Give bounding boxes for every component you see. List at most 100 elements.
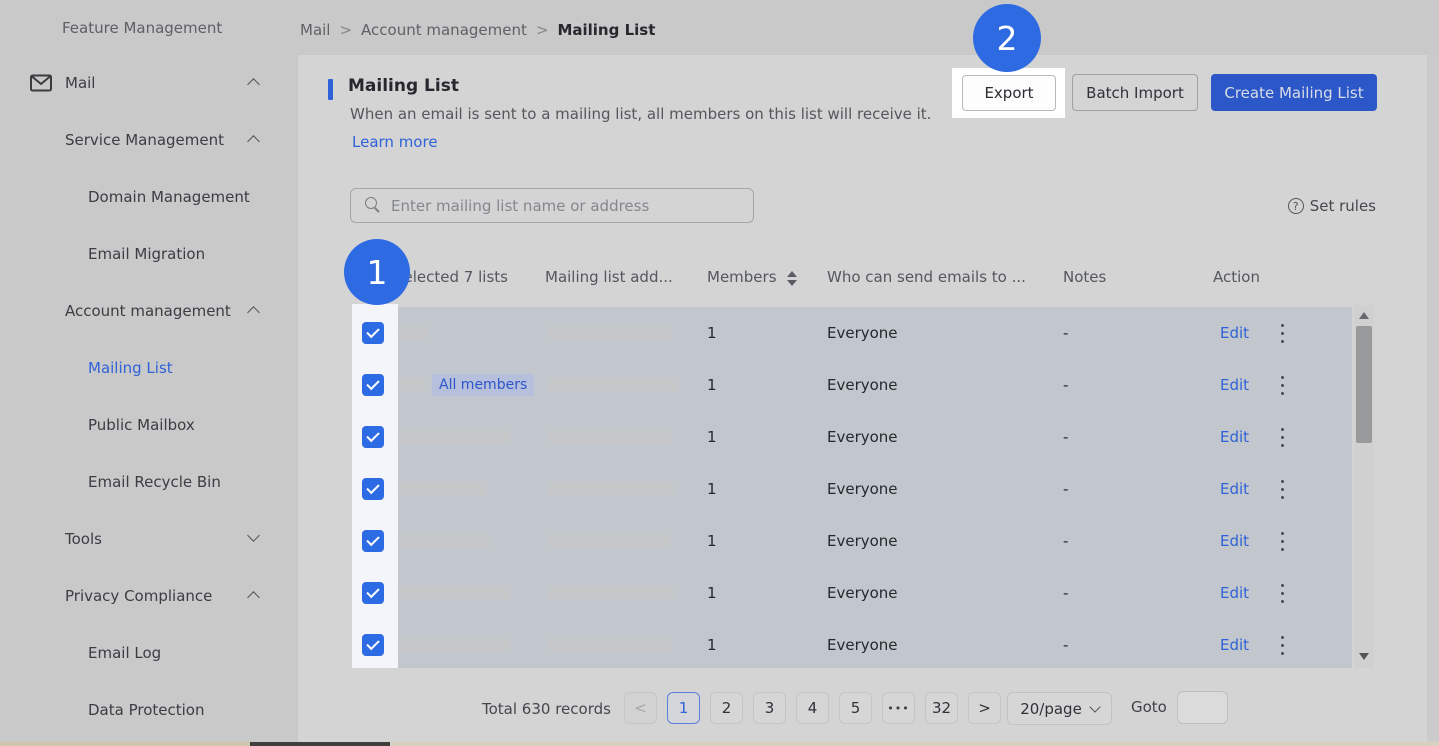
sidebar-item-privacy-compliance[interactable]: Privacy Compliance xyxy=(0,567,298,624)
redacted-name-bar xyxy=(398,586,510,600)
redacted-address-bar xyxy=(548,430,672,444)
notes-cell: - xyxy=(1063,480,1068,498)
edit-link[interactable]: Edit xyxy=(1220,376,1249,394)
sidebar-item-label: Account management xyxy=(65,302,231,320)
sidebar-item-email-migration[interactable]: Email Migration xyxy=(0,225,298,282)
page-button-1[interactable]: 1 xyxy=(667,692,700,724)
edit-link[interactable]: Edit xyxy=(1220,324,1249,342)
scroll-down-icon[interactable] xyxy=(1359,653,1369,660)
chevron-down-icon[interactable] xyxy=(247,529,260,542)
row-checkbox[interactable] xyxy=(362,426,384,448)
title-accent-bar xyxy=(328,79,333,100)
breadcrumb-mail[interactable]: Mail xyxy=(300,21,330,39)
members-cell: 1 xyxy=(707,324,717,342)
page-button-4[interactable]: 4 xyxy=(796,692,829,724)
column-header-members[interactable]: Members xyxy=(707,268,777,286)
notes-cell: - xyxy=(1063,636,1068,654)
chevron-up-icon[interactable] xyxy=(247,306,260,319)
page-button-32[interactable]: 32 xyxy=(925,692,958,724)
all-members-tag: All members xyxy=(432,374,534,396)
redacted-name-bar xyxy=(398,482,486,496)
sidebar-item-email-log[interactable]: Email Log xyxy=(0,624,298,681)
more-actions-icon[interactable] xyxy=(1281,584,1284,603)
more-actions-icon[interactable] xyxy=(1281,480,1284,499)
search-input[interactable] xyxy=(350,188,754,223)
redacted-name-bar xyxy=(398,638,510,652)
batch-import-button[interactable]: Batch Import xyxy=(1072,74,1198,111)
search-box xyxy=(350,188,754,223)
mail-admin-console: Feature Management Mail Service Manageme… xyxy=(0,0,1439,746)
more-actions-icon[interactable] xyxy=(1281,636,1284,655)
main-panel: Mailing List When an email is sent to a … xyxy=(298,55,1439,742)
redacted-name-bar xyxy=(398,430,510,444)
page-description: When an email is sent to a mailing list,… xyxy=(350,105,931,123)
column-header-notes: Notes xyxy=(1063,268,1106,286)
row-checkbox[interactable] xyxy=(362,478,384,500)
sidebar-item-mail[interactable]: Mail xyxy=(0,54,298,111)
row-checkbox[interactable] xyxy=(362,374,384,396)
who-can-send-cell: Everyone xyxy=(827,324,898,342)
sort-icon[interactable] xyxy=(787,271,797,286)
table-row: 1 Everyone - Edit xyxy=(352,619,1352,668)
edit-link[interactable]: Edit xyxy=(1220,532,1249,550)
step-1-badge: 1 xyxy=(344,239,410,305)
goto-page-input[interactable] xyxy=(1177,691,1228,724)
mail-icon xyxy=(30,74,52,91)
table-row: 1 Everyone - Edit xyxy=(352,515,1352,567)
who-can-send-cell: Everyone xyxy=(827,636,898,654)
more-actions-icon[interactable] xyxy=(1281,532,1284,551)
export-button[interactable]: Export xyxy=(962,75,1056,111)
sidebar-item-label: Tools xyxy=(65,530,102,548)
page-button-5[interactable]: 5 xyxy=(839,692,872,724)
more-actions-icon[interactable] xyxy=(1281,324,1284,343)
edit-link[interactable]: Edit xyxy=(1220,428,1249,446)
sidebar-item-data-protection[interactable]: Data Protection xyxy=(0,681,298,738)
scroll-up-icon[interactable] xyxy=(1359,312,1369,319)
set-rules-link[interactable]: ? Set rules xyxy=(1288,197,1376,215)
row-checkbox[interactable] xyxy=(362,634,384,656)
sidebar-menu: Mail Service Management Domain Managemen… xyxy=(0,54,298,738)
chevron-up-icon[interactable] xyxy=(247,591,260,604)
create-mailing-list-button[interactable]: Create Mailing List xyxy=(1211,74,1377,111)
scrollbar-thumb[interactable] xyxy=(1356,326,1372,443)
members-cell: 1 xyxy=(707,584,717,602)
edit-link[interactable]: Edit xyxy=(1220,584,1249,602)
breadcrumb-mailing-list: Mailing List xyxy=(557,21,655,39)
redacted-name-bar xyxy=(398,326,428,340)
page-button-3[interactable]: 3 xyxy=(753,692,786,724)
chevron-down-icon xyxy=(1089,701,1100,712)
more-actions-icon[interactable] xyxy=(1281,376,1284,395)
edit-link[interactable]: Edit xyxy=(1220,480,1249,498)
chevron-up-icon[interactable] xyxy=(247,78,260,91)
sidebar-item-label: Email Migration xyxy=(88,245,205,263)
previous-page-button[interactable]: < xyxy=(624,692,657,724)
sidebar-item-tools[interactable]: Tools xyxy=(0,510,298,567)
page-size-select[interactable]: 20/page xyxy=(1007,692,1112,725)
more-actions-icon[interactable] xyxy=(1281,428,1284,447)
sidebar-item-account-management[interactable]: Account management xyxy=(0,282,298,339)
breadcrumb-separator: > xyxy=(339,21,352,39)
edit-link[interactable]: Edit xyxy=(1220,636,1249,654)
sidebar-item-public-mailbox[interactable]: Public Mailbox xyxy=(0,396,298,453)
notes-cell: - xyxy=(1063,532,1068,550)
column-header-address: Mailing list add... xyxy=(545,268,673,286)
who-can-send-cell: Everyone xyxy=(827,480,898,498)
column-header-selected: Selected 7 lists xyxy=(394,268,508,286)
row-checkbox[interactable] xyxy=(362,322,384,344)
breadcrumb: Mail > Account management > Mailing List xyxy=(300,21,655,39)
sidebar-item-service-management[interactable]: Service Management xyxy=(0,111,298,168)
who-can-send-cell: Everyone xyxy=(827,532,898,550)
next-page-button[interactable]: > xyxy=(968,692,1001,724)
notes-cell: - xyxy=(1063,376,1068,394)
redacted-address-bar xyxy=(548,638,672,652)
row-checkbox[interactable] xyxy=(362,530,384,552)
learn-more-link[interactable]: Learn more xyxy=(352,133,438,151)
sidebar-item-mailing-list[interactable]: Mailing List xyxy=(0,339,298,396)
row-checkbox[interactable] xyxy=(362,582,384,604)
chevron-up-icon[interactable] xyxy=(247,135,260,148)
breadcrumb-account-management[interactable]: Account management xyxy=(361,21,527,39)
sidebar-item-domain-management[interactable]: Domain Management xyxy=(0,168,298,225)
sidebar-item-email-recycle-bin[interactable]: Email Recycle Bin xyxy=(0,453,298,510)
page-button-2[interactable]: 2 xyxy=(710,692,743,724)
ellipsis-button[interactable]: ••• xyxy=(882,692,915,724)
